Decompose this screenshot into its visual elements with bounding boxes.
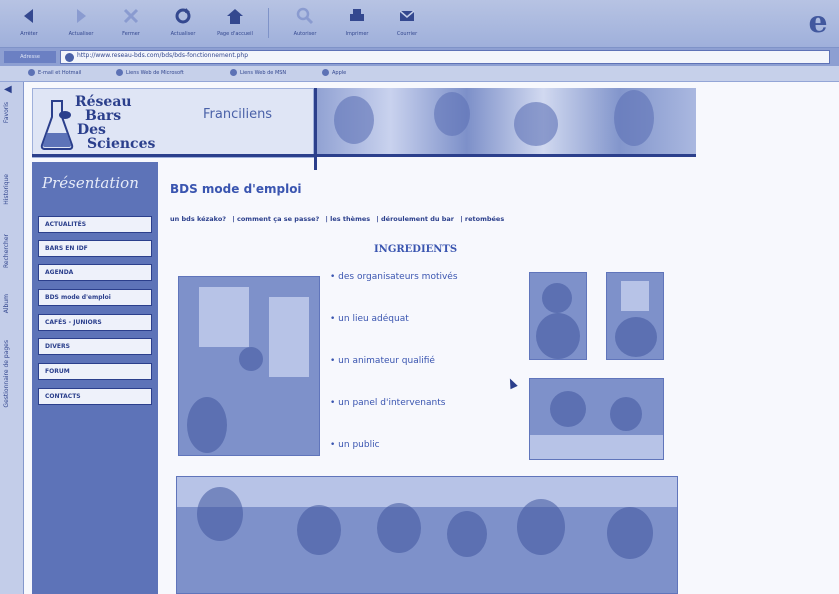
ingredient-item: • un public (330, 440, 380, 450)
logo-word: Réseau (75, 94, 132, 110)
address-input[interactable]: http://www.reseau-bds.com/bds/bds-foncti… (60, 50, 830, 64)
forward-arrow-icon (77, 9, 86, 23)
home-button[interactable]: Page d'accueil (212, 4, 258, 44)
nav-cafes-juniors[interactable]: CAFÉS - JUNIORS (38, 314, 152, 331)
links-bar: E-mail et Hotmail Liens Web de Microsoft… (0, 66, 839, 82)
discussion-photo (529, 378, 664, 460)
refresh-icon (175, 8, 191, 24)
ingredient-item: • un lieu adéquat (330, 314, 409, 324)
explorer-bar: ◀ Favoris Historique Rechercher Album Ge… (0, 82, 24, 594)
sidebar-nav: Présentation ACTUALITÉS BARS EN IDF AGEN… (32, 162, 158, 594)
mouse-cursor-icon (506, 376, 518, 390)
flask-icon (40, 100, 74, 150)
logo-word: Bars (85, 108, 122, 124)
link-icon (28, 69, 35, 76)
print-icon (350, 9, 364, 21)
logo-word: Des (77, 122, 106, 138)
link-icon (116, 69, 123, 76)
nav-bds-mode-emploi[interactable]: BDS mode d'emploi (38, 289, 152, 306)
audience-member-photo (606, 272, 664, 360)
forward-button[interactable]: Actualiser (58, 4, 104, 44)
link-icon (230, 69, 237, 76)
cafe-interior-photo (178, 276, 320, 456)
speaker-photo (529, 272, 587, 360)
refresh-button[interactable]: Actualiser (160, 4, 206, 44)
header-divider (32, 154, 696, 157)
address-bar: Adresse http://www.reseau-bds.com/bds/bd… (0, 48, 839, 66)
address-url: http://www.reseau-bds.com/bds/bds-foncti… (77, 52, 248, 59)
link-icon (322, 69, 329, 76)
link-item[interactable]: Apple (322, 69, 346, 76)
mail-button[interactable]: Courrier (384, 4, 430, 44)
sidebar-title: Présentation (42, 174, 139, 192)
ingredient-item: • des organisateurs motivés (330, 272, 458, 282)
mail-icon (399, 10, 415, 21)
ingredient-item: • un animateur qualifié (330, 356, 435, 366)
browser-logo-icon: e (808, 5, 828, 40)
sub-navigation: un bds kézako? | comment ça se passe? | … (170, 215, 508, 223)
tab-history[interactable]: Historique (3, 174, 21, 205)
nav-bars-en-idf[interactable]: BARS EN IDF (38, 240, 152, 257)
close-icon (123, 8, 139, 24)
logo-word: Sciences (87, 136, 156, 152)
subnav-link[interactable]: | déroulement du bar (376, 215, 454, 223)
header-divider-vertical (314, 88, 317, 170)
subnav-link[interactable]: | comment ça se passe? (232, 215, 319, 223)
back-button[interactable]: Arrêter (6, 4, 52, 44)
tab-favorites[interactable]: Favoris (3, 102, 21, 123)
nav-forum[interactable]: FORUM (38, 363, 152, 380)
link-item[interactable]: Liens Web de MSN (230, 69, 286, 76)
close-icon[interactable]: ◀ (4, 84, 12, 95)
tab-search[interactable]: Rechercher (3, 234, 21, 268)
link-item[interactable]: E-mail et Hotmail (28, 69, 81, 76)
group-audience-photo (176, 476, 678, 594)
address-label: Adresse (4, 51, 56, 63)
link-item[interactable]: Liens Web de Microsoft (116, 69, 184, 76)
header-banner-photo (314, 88, 696, 154)
ingredient-item: • un panel d'intervenants (330, 398, 446, 408)
back-arrow-icon (24, 9, 33, 23)
nav-agenda[interactable]: AGENDA (38, 264, 152, 281)
home-icon (227, 9, 243, 24)
search-button[interactable]: Autoriser (282, 4, 328, 44)
subnav-link[interactable]: un bds kézako? (170, 215, 226, 223)
tab-page-manager[interactable]: Gestionnaire de pages (3, 340, 21, 408)
logo-region: Franciliens (203, 107, 273, 122)
nav-contacts[interactable]: CONTACTS (38, 388, 152, 405)
nav-divers[interactable]: DIVERS (38, 338, 152, 355)
browser-toolbar: Arrêter Actualiser Fermer Actualiser Pag… (0, 0, 839, 48)
subnav-link[interactable]: | retombées (460, 215, 504, 223)
page-icon (65, 53, 74, 62)
tab-album[interactable]: Album (3, 294, 21, 313)
stop-button[interactable]: Fermer (108, 4, 154, 44)
subnav-link[interactable]: | les thèmes (326, 215, 371, 223)
site-logo[interactable]: Réseau Bars Des Sciences Franciliens (32, 88, 314, 158)
nav-actualites[interactable]: ACTUALITÉS (38, 216, 152, 233)
print-button[interactable]: Imprimer (334, 4, 380, 44)
toolbar-separator (268, 8, 269, 38)
ingredients-heading: INGREDIENTS (374, 244, 458, 255)
web-page: Réseau Bars Des Sciences Franciliens Pré… (24, 82, 839, 594)
page-title: BDS mode d'emploi (170, 182, 302, 196)
search-icon (296, 7, 314, 25)
